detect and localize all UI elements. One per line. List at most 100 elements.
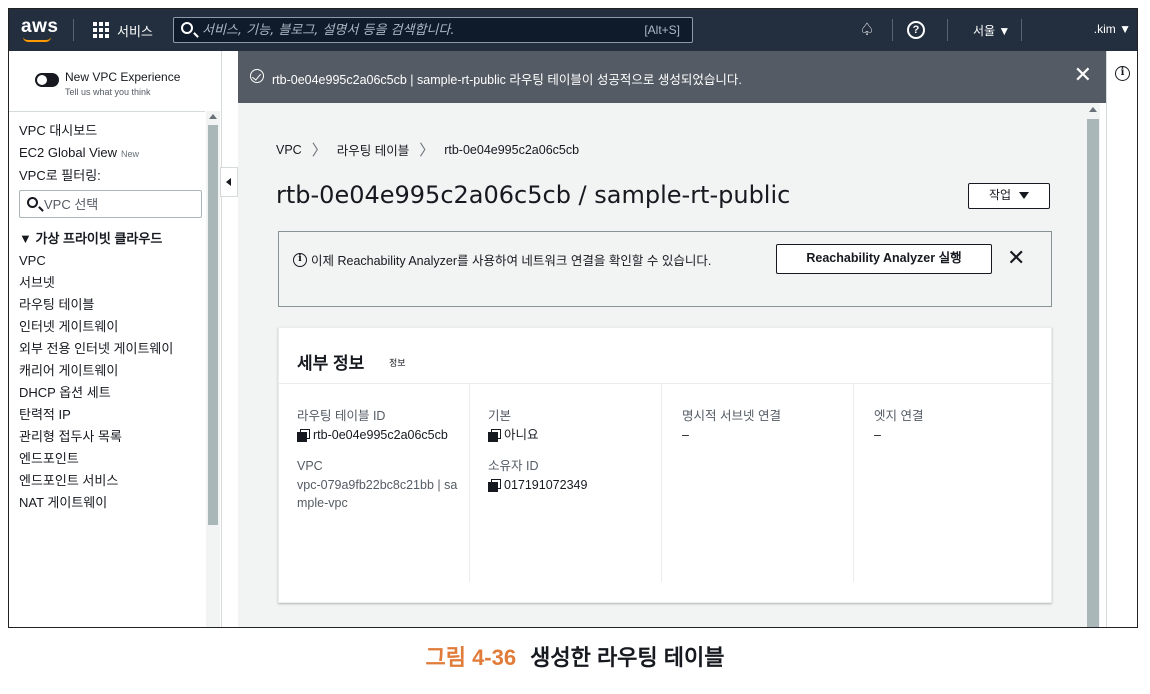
account-menu[interactable]: .kim ▼ bbox=[1094, 22, 1131, 36]
figure-caption: 그림 4-36 생성한 라우팅 테이블 bbox=[0, 640, 1150, 672]
aws-logo[interactable]: aws bbox=[21, 16, 58, 38]
route-table-id-value: rtb-0e04e995c2a06c5cb bbox=[297, 426, 469, 444]
services-menu-button[interactable]: 서비스 bbox=[93, 20, 153, 40]
info-link[interactable]: 정보 bbox=[389, 356, 406, 369]
main-value-text: 아니요 bbox=[504, 428, 539, 442]
sidebar-item-vpc[interactable]: VPC bbox=[19, 251, 205, 273]
breadcrumb-vpc[interactable]: VPC bbox=[276, 143, 302, 157]
sidebar-item-elastic-ips[interactable]: 탄력적 IP bbox=[19, 405, 205, 427]
main-label: 기본 bbox=[488, 409, 512, 423]
actions-dropdown-button[interactable]: 작업 bbox=[968, 183, 1050, 209]
sidebar-item-internet-gateways[interactable]: 인터넷 게이트웨이 bbox=[19, 317, 205, 339]
sidebar-item-ec2-global-view[interactable]: EC2 Global View New bbox=[19, 143, 205, 166]
bell-icon[interactable]: ♤ bbox=[855, 18, 879, 42]
search-bar[interactable]: [Alt+S] bbox=[173, 17, 693, 43]
scrollbar-thumb[interactable] bbox=[208, 125, 218, 525]
details-panel: 세부 정보 정보 라우팅 테이블 ID rtb-0e04e995c2a06c5c… bbox=[278, 327, 1052, 603]
new-badge: New bbox=[121, 149, 140, 159]
vpc-label: VPC bbox=[297, 459, 323, 473]
run-reachability-analyzer-button[interactable]: Reachability Analyzer 실행 bbox=[776, 244, 992, 274]
sidebar-item-dhcp-option-sets[interactable]: DHCP 옵션 세트 bbox=[19, 383, 205, 405]
info-alert: i 이제 Reachability Analyzer를 사용하여 네트워크 연결… bbox=[278, 231, 1052, 307]
route-table-id-label: 라우팅 테이블 ID bbox=[297, 409, 386, 423]
details-header: 세부 정보 정보 bbox=[279, 328, 1051, 384]
sidebar-item-endpoint-services[interactable]: 엔드포인트 서비스 bbox=[19, 471, 205, 493]
scroll-up-arrow-icon[interactable] bbox=[1089, 107, 1097, 112]
actions-label: 작업 bbox=[988, 188, 1012, 202]
details-column-2: 기본 아니요 소유자 ID 017191072349 bbox=[469, 384, 661, 582]
details-column-1: 라우팅 테이블 ID rtb-0e04e995c2a06c5cb VPC vpc… bbox=[297, 384, 469, 582]
copy-icon[interactable] bbox=[488, 479, 501, 492]
nav-divider bbox=[947, 19, 948, 41]
scroll-up-arrow-icon[interactable] bbox=[209, 114, 217, 119]
new-experience-title: New VPC Experience bbox=[65, 70, 181, 84]
nav-divider bbox=[73, 19, 74, 41]
info-icon[interactable]: i bbox=[1115, 66, 1130, 81]
owner-id-text: 017191072349 bbox=[504, 478, 588, 492]
figure-number: 그림 4-36 bbox=[425, 645, 517, 670]
sidebar-item-vpc-dashboard[interactable]: VPC 대시보드 bbox=[19, 121, 205, 143]
main-value: 아니요 bbox=[488, 426, 661, 444]
scrollbar-thumb[interactable] bbox=[1087, 119, 1099, 627]
nav-divider bbox=[892, 19, 893, 41]
sidebar: New VPC Experience Tell us what you thin… bbox=[9, 51, 222, 627]
details-column-4: 엣지 연결 – bbox=[853, 384, 1049, 582]
owner-id-value: 017191072349 bbox=[488, 476, 661, 494]
search-icon bbox=[181, 22, 193, 34]
details-title: 세부 정보 bbox=[297, 354, 365, 373]
figure-caption-text: 생성한 라우팅 테이블 bbox=[530, 645, 725, 670]
owner-id-label: 소유자 ID bbox=[488, 459, 539, 473]
sidebar-item-egress-only-igw[interactable]: 외부 전용 인터넷 게이트웨이 bbox=[19, 339, 205, 361]
breadcrumb-separator-icon: 〉 bbox=[311, 142, 327, 159]
search-icon bbox=[27, 197, 38, 208]
new-experience-toggle[interactable] bbox=[35, 73, 59, 87]
vpc-filter-input[interactable] bbox=[44, 195, 194, 213]
sidebar-scrollbar[interactable] bbox=[206, 111, 220, 627]
flash-message: rtb-0e04e995c2a06c5cb | sample-rt-public… bbox=[272, 73, 742, 87]
route-table-id-text: rtb-0e04e995c2a06c5cb bbox=[313, 428, 448, 442]
aws-logo-smile bbox=[23, 37, 51, 42]
region-selector[interactable]: 서울 ▼ bbox=[973, 22, 1010, 39]
page-title: rtb-0e04e995c2a06c5cb / sample-rt-public bbox=[276, 181, 791, 209]
browser-frame: aws 서비스 [Alt+S] ♤ ? 서울 ▼ .kim ▼ New VPC … bbox=[8, 8, 1138, 628]
edge-associations-label: 엣지 연결 bbox=[874, 409, 924, 423]
alert-text: 이제 Reachability Analyzer를 사용하여 네트워크 연결을 … bbox=[311, 254, 712, 268]
close-icon[interactable]: ✕ bbox=[1007, 246, 1025, 270]
breadcrumb: VPC 〉 라우팅 테이블 〉 rtb-0e04e995c2a06c5cb bbox=[276, 139, 579, 160]
explicit-subnet-associations-value: – bbox=[682, 428, 689, 442]
top-navigation-bar: aws 서비스 [Alt+S] ♤ ? 서울 ▼ .kim ▼ bbox=[9, 9, 1137, 51]
nav-divider bbox=[1021, 19, 1022, 41]
vpc-filter-select[interactable] bbox=[19, 190, 202, 218]
breadcrumb-route-tables[interactable]: 라우팅 테이블 bbox=[337, 140, 409, 159]
copy-icon[interactable] bbox=[488, 429, 501, 442]
services-label: 서비스 bbox=[117, 23, 153, 39]
vpc-filter-label: VPC로 필터링: bbox=[19, 168, 101, 183]
breadcrumb-current: rtb-0e04e995c2a06c5cb bbox=[444, 142, 580, 157]
vpc-link[interactable]: vpc-079a9fb22bc8c21bb | sample-vpc bbox=[297, 476, 467, 512]
edge-associations-value: – bbox=[874, 428, 881, 442]
sidebar-item-carrier-gateways[interactable]: 캐리어 게이트웨이 bbox=[19, 361, 205, 383]
sidebar-section-virtual-private-cloud[interactable]: ▼ 가상 프라이빗 클라우드 bbox=[19, 224, 205, 251]
sidebar-item-nat-gateways[interactable]: NAT 게이트웨이 bbox=[19, 493, 205, 515]
search-shortcut: [Alt+S] bbox=[644, 23, 680, 37]
copy-icon[interactable] bbox=[297, 429, 310, 442]
info-icon: i bbox=[293, 253, 307, 267]
sidebar-nav: VPC 대시보드 EC2 Global ViewNew VPC로 필터링: ▼ … bbox=[19, 121, 205, 515]
help-panel-rail: i bbox=[1106, 51, 1137, 627]
sidebar-item-managed-prefix-lists[interactable]: 관리형 접두사 목록 bbox=[19, 427, 205, 449]
search-input[interactable] bbox=[202, 18, 602, 42]
main-content: VPC 〉 라우팅 테이블 〉 rtb-0e04e995c2a06c5cb rt… bbox=[238, 103, 1086, 627]
sidebar-item-subnets[interactable]: 서브넷 bbox=[19, 273, 205, 295]
explicit-subnet-associations-label: 명시적 서브넷 연결 bbox=[682, 409, 781, 423]
sidebar-divider bbox=[9, 111, 205, 112]
main-scrollbar[interactable] bbox=[1086, 103, 1100, 627]
close-icon[interactable]: ✕ bbox=[1074, 63, 1092, 87]
sidebar-item-endpoints[interactable]: 엔드포인트 bbox=[19, 449, 205, 471]
sidebar-item-label: EC2 Global View bbox=[19, 145, 118, 160]
help-icon[interactable]: ? bbox=[907, 21, 925, 39]
sidebar-item-route-tables[interactable]: 라우팅 테이블 bbox=[19, 295, 205, 317]
caret-down-icon bbox=[1019, 192, 1030, 200]
collapse-sidebar-button[interactable] bbox=[220, 167, 238, 197]
grid-icon bbox=[93, 22, 109, 38]
new-experience-feedback-link[interactable]: Tell us what you think bbox=[65, 87, 151, 97]
